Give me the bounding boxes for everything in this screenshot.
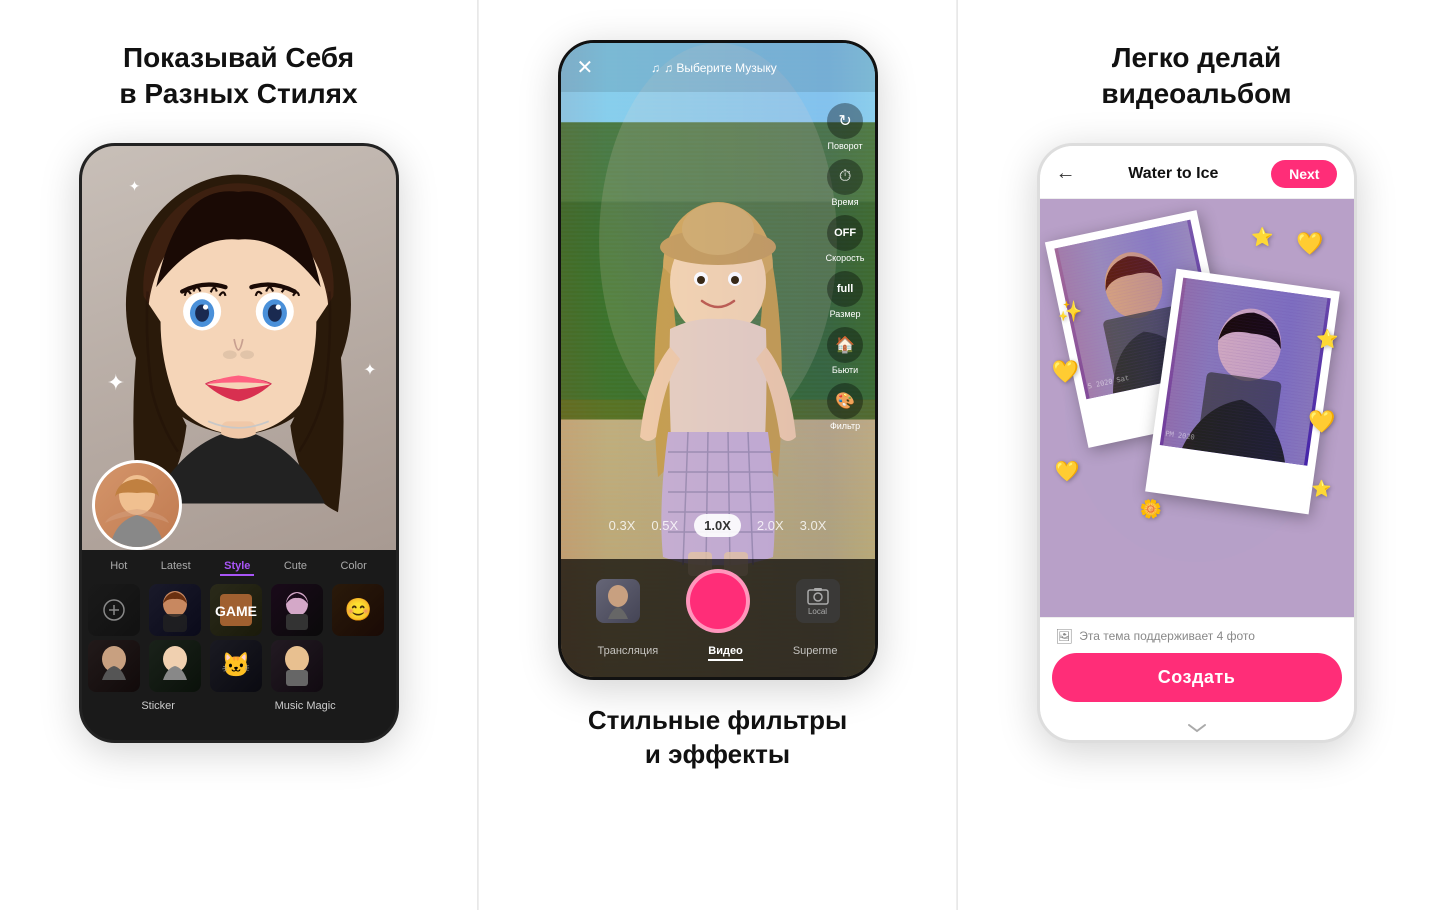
size-label: Размер: [830, 309, 861, 319]
section-3: Легко делай видеоальбом ← Water to Ice N…: [958, 0, 1435, 910]
label-sticker: Sticker: [141, 700, 175, 712]
camera-right-icons: ↻ Поворот ⏱ Время OFF Скорость full Разм…: [826, 103, 865, 431]
sparkle-2: ✦: [363, 360, 376, 380]
sparkle-3: ✦: [129, 178, 141, 195]
tab-cute[interactable]: Cute: [280, 558, 311, 576]
filter-icon-circle: 🎨: [827, 383, 863, 419]
shutter-button[interactable]: [686, 569, 750, 633]
sticker-5[interactable]: [88, 640, 140, 692]
rotate-icon-circle: ↻: [827, 103, 863, 139]
zoom-05x[interactable]: 0.5X: [651, 518, 678, 533]
mode-broadcast[interactable]: Трансляция: [598, 645, 659, 661]
support-text-area: 🖼 Эта тема поддерживает 4 фото: [1040, 617, 1354, 653]
sticker-grid: GAME 😊: [82, 580, 396, 696]
sticker-4[interactable]: 😊: [332, 584, 384, 636]
tab-hot[interactable]: Hot: [106, 558, 131, 576]
support-icon: 🖼: [1056, 628, 1074, 645]
sticker-3[interactable]: [271, 584, 323, 636]
emoji-sparkle-1: ✨: [1058, 299, 1083, 324]
bottom-labels: Sticker Music Magic: [82, 696, 396, 716]
speed-label: Скорость: [826, 253, 865, 263]
emoji-star-3: ⭐: [1312, 479, 1332, 499]
emoji-flower: 🌼: [1140, 499, 1162, 520]
emoji-heart-4: 💛: [1308, 409, 1335, 435]
sparkle-1: ✦: [107, 370, 125, 396]
sticker-8[interactable]: [271, 640, 323, 692]
sticker-1[interactable]: [149, 584, 201, 636]
camera-bottom-bar: Local Трансляция Видео Superme: [561, 559, 875, 677]
local-icon[interactable]: Local: [796, 579, 840, 623]
local-label: Local: [808, 607, 827, 616]
zoom-10x[interactable]: 1.0X: [694, 514, 741, 537]
cam-rotate[interactable]: ↻ Поворот: [826, 103, 865, 151]
section-1: Показывай Себя в Разных Стилях: [0, 0, 477, 910]
music-note-icon: ♫: [651, 61, 660, 75]
camera-top-bar: ✕ ♫ ♫ Выберите Музыку: [561, 43, 875, 92]
polaroid-inner-2: PM 2020: [1159, 277, 1330, 465]
bottom-chevron: [1040, 718, 1354, 740]
timer-icon-circle: ⏱: [827, 159, 863, 195]
speed-icon-circle: OFF: [827, 215, 863, 251]
camera-controls-row: Local: [573, 569, 863, 633]
header-title: Water to Ice: [1128, 165, 1218, 183]
svg-text:GAME: GAME: [215, 603, 257, 619]
emoji-star-1: ⭐: [1251, 227, 1273, 248]
support-text: Эта тема поддерживает 4 фото: [1079, 629, 1255, 643]
section-1-title: Показывай Себя в Разных Стилях: [119, 40, 357, 113]
sticker-add[interactable]: [88, 584, 140, 636]
rotate-label: Поворот: [828, 141, 863, 151]
section-3-title: Легко делай видеоальбом: [1101, 40, 1291, 113]
sticker-7[interactable]: 🐱: [210, 640, 262, 692]
phone-1-inner: ✦ ✦ ✦ Hot Latest Style Cute: [82, 146, 396, 740]
phone-3-header: ← Water to Ice Next: [1040, 146, 1354, 199]
phone-2: ✕ ♫ ♫ Выберите Музыку ↻ Поворот ⏱ Время: [558, 40, 878, 680]
emoji-heart-2: 💛: [1052, 359, 1079, 385]
section-2: ✕ ♫ ♫ Выберите Музыку ↻ Поворот ⏱ Время: [478, 0, 957, 910]
camera-close-btn[interactable]: ✕: [577, 55, 594, 80]
timer-label: Время: [832, 197, 859, 207]
back-button[interactable]: ←: [1056, 162, 1076, 185]
create-button[interactable]: Создать: [1052, 653, 1342, 702]
cam-beauty[interactable]: 🏠 Бьюти: [826, 327, 865, 375]
tab-style[interactable]: Style: [220, 558, 254, 576]
emoji-star-2: ⭐: [1316, 329, 1338, 350]
sticker-6[interactable]: [149, 640, 201, 692]
zoom-20x[interactable]: 2.0X: [757, 518, 784, 533]
beauty-icon-circle: 🏠: [827, 327, 863, 363]
style-tab-row: Hot Latest Style Cute Color: [82, 550, 396, 580]
mode-video[interactable]: Видео: [708, 645, 743, 661]
zoom-30x[interactable]: 3.0X: [800, 518, 827, 533]
tab-color[interactable]: Color: [336, 558, 370, 576]
cam-filter[interactable]: 🎨 Фильтр: [826, 383, 865, 431]
bottom-tabs-area: Hot Latest Style Cute Color: [82, 550, 396, 740]
zoom-03x[interactable]: 0.3X: [609, 518, 636, 533]
cam-speed[interactable]: OFF Скорость: [826, 215, 865, 263]
zoom-controls: 0.3X 0.5X 1.0X 2.0X 3.0X: [561, 514, 875, 537]
photo-collage-area: S 2020 Sat: [1040, 199, 1354, 617]
real-person-photo: [95, 463, 179, 547]
cam-timer[interactable]: ⏱ Время: [826, 159, 865, 207]
camera-music-label: ♫ ♫ Выберите Музыку: [651, 61, 777, 75]
mode-superme[interactable]: Superme: [793, 645, 838, 661]
emoji-heart-3: 💛: [1055, 459, 1080, 484]
emoji-heart-1: 💛: [1296, 231, 1323, 257]
real-photo-circle: [92, 460, 182, 550]
phone-1: ✦ ✦ ✦ Hot Latest Style Cute: [79, 143, 399, 743]
section-2-subtitle: Стильные фильтры и эффекты: [588, 704, 847, 772]
next-button[interactable]: Next: [1271, 160, 1337, 188]
stickers-thumb[interactable]: [596, 579, 640, 623]
polaroid-photo-2: PM 2020: [1145, 268, 1340, 514]
size-icon-circle: full: [827, 271, 863, 307]
phone-3-inner: ← Water to Ice Next: [1040, 146, 1354, 740]
camera-mode-row: Трансляция Видео Superme: [573, 641, 863, 661]
camera-bg: ✕ ♫ ♫ Выберите Музыку ↻ Поворот ⏱ Время: [561, 43, 875, 677]
tab-latest[interactable]: Latest: [157, 558, 195, 576]
beauty-label: Бьюти: [832, 365, 858, 375]
cam-size[interactable]: full Размер: [826, 271, 865, 319]
phone-3: ← Water to Ice Next: [1037, 143, 1357, 743]
filter-label: Фильтр: [830, 421, 860, 431]
sticker-2[interactable]: GAME: [210, 584, 262, 636]
label-music-magic: Music Magic: [275, 700, 336, 712]
